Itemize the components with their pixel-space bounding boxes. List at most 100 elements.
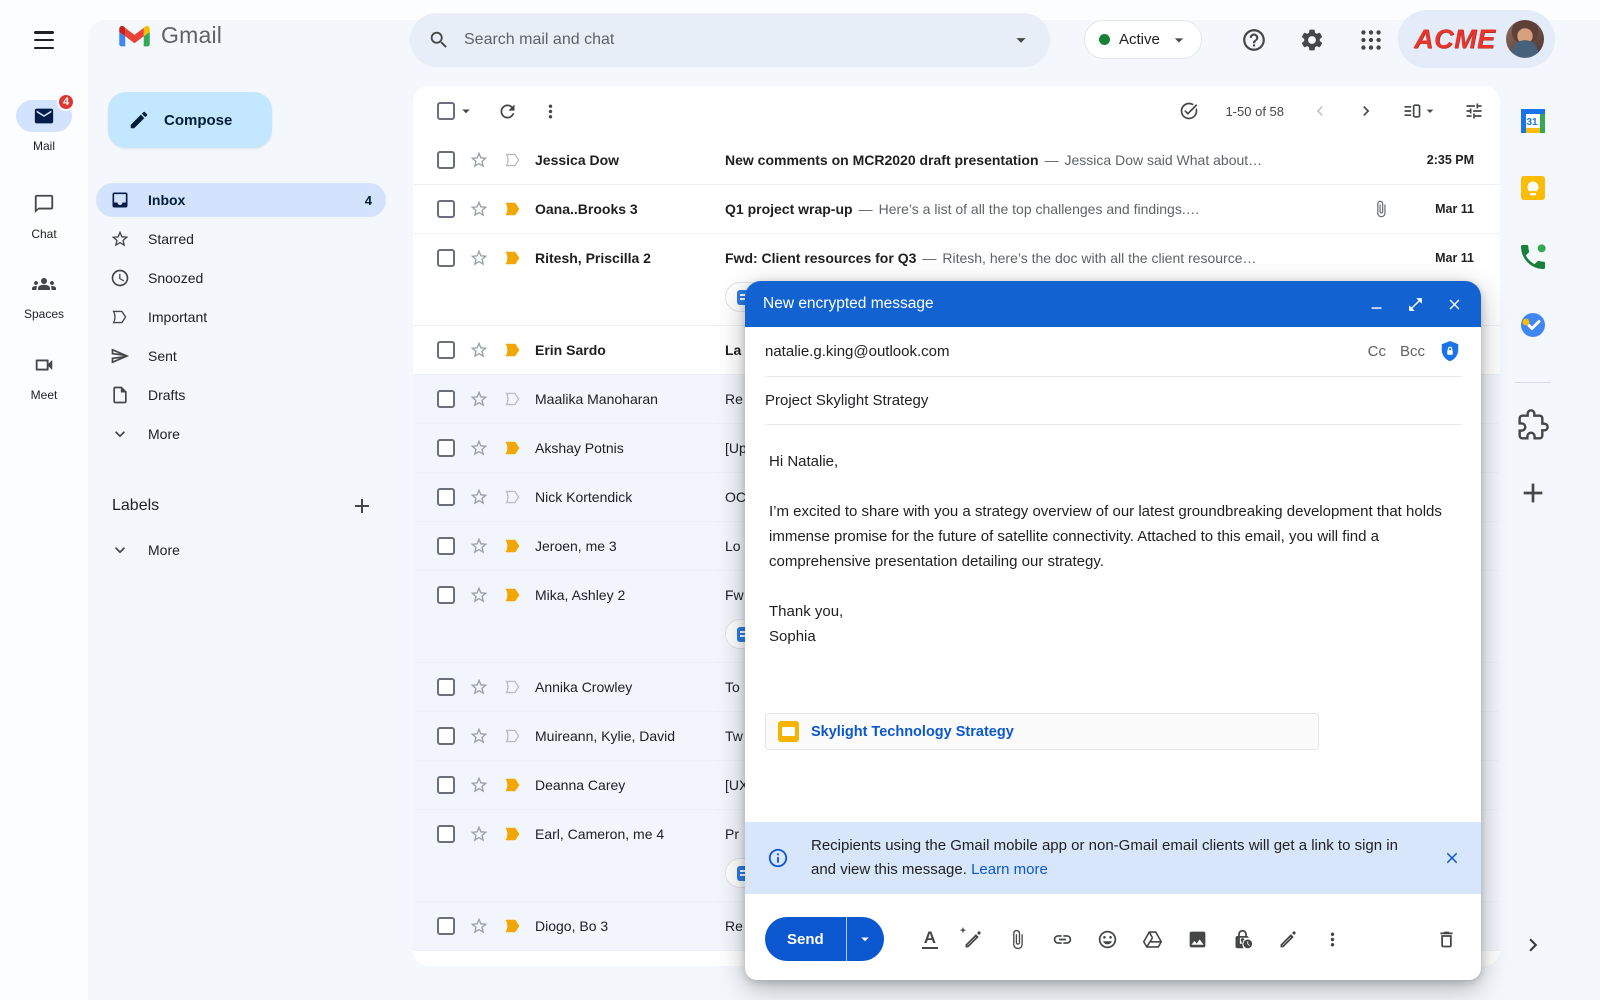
row-checkbox[interactable] [437,488,455,506]
row-checkbox[interactable] [437,537,455,555]
subject-text[interactable]: Project Skylight Strategy [765,392,928,409]
voice-icon[interactable] [1517,241,1549,273]
star-icon[interactable] [469,824,489,844]
star-icon[interactable] [469,775,489,795]
hide-side-panel-icon[interactable] [1520,932,1546,958]
importance-marker-icon[interactable] [503,199,523,219]
minimize-icon[interactable] [1368,296,1385,313]
more-options-icon[interactable] [540,101,561,122]
settings-gear-icon[interactable] [1299,27,1325,53]
recipient-address[interactable]: natalie.g.king@outlook.com [765,343,950,360]
insert-signature-icon[interactable] [1277,929,1298,950]
addons-puzzle-icon[interactable] [1517,409,1549,441]
star-icon[interactable] [469,340,489,360]
status-selector[interactable]: Active [1084,20,1202,59]
attached-file-chip[interactable]: Skylight Technology Strategy [765,713,1319,750]
row-checkbox[interactable] [437,341,455,359]
newer-page-icon[interactable] [1310,101,1330,121]
row-checkbox[interactable] [437,678,455,696]
get-addons-plus-icon[interactable] [1517,477,1549,509]
importance-marker-icon[interactable] [503,340,523,360]
importance-marker-icon[interactable] [503,248,523,268]
importance-marker-icon[interactable] [503,585,523,605]
rail-item-mail[interactable]: 4 Mail [0,100,88,153]
attachment-name[interactable]: Skylight Technology Strategy [811,724,1014,740]
importance-marker-icon[interactable] [503,389,523,409]
confidential-mode-icon[interactable] [1232,929,1253,950]
send-options-caret[interactable] [846,917,884,961]
keep-icon[interactable] [1517,172,1549,204]
row-checkbox[interactable] [437,151,455,169]
tasks-icon[interactable] [1517,309,1549,341]
bcc-link[interactable]: Bcc [1400,343,1425,360]
discard-draft-icon[interactable] [1436,929,1457,950]
importance-marker-icon[interactable] [503,916,523,936]
help-me-write-icon[interactable] [962,929,983,950]
search-input[interactable] [464,31,1010,49]
recipients-field[interactable]: natalie.g.king@outlook.com Cc Bcc [765,327,1461,377]
star-icon[interactable] [469,677,489,697]
row-checkbox[interactable] [437,917,455,935]
attach-file-icon[interactable] [1007,929,1028,950]
row-checkbox[interactable] [437,727,455,745]
check-circle-icon[interactable] [1179,101,1199,121]
refresh-icon[interactable] [497,101,518,122]
row-checkbox[interactable] [437,776,455,794]
sidebar-item-more[interactable]: More [96,417,386,451]
importance-marker-icon[interactable] [503,775,523,795]
subject-field[interactable]: Project Skylight Strategy [765,377,1461,425]
main-menu-icon[interactable] [30,29,58,51]
importance-marker-icon[interactable] [503,824,523,844]
learn-more-link[interactable]: Learn more [971,861,1048,878]
pop-out-icon[interactable] [1407,296,1424,313]
row-checkbox[interactable] [437,586,455,604]
row-checkbox[interactable] [437,249,455,267]
row-checkbox[interactable] [437,825,455,843]
importance-marker-icon[interactable] [503,487,523,507]
rail-item-chat[interactable]: Chat [0,188,88,241]
insert-emoji-icon[interactable] [1097,929,1118,950]
star-icon[interactable] [469,389,489,409]
google-apps-grid-icon[interactable] [1358,27,1384,53]
labels-more[interactable]: More [110,540,180,560]
add-label-icon[interactable] [350,494,374,518]
cc-link[interactable]: Cc [1368,343,1386,360]
calendar-icon[interactable]: 31 [1517,105,1549,137]
insert-link-icon[interactable] [1052,929,1073,950]
star-icon[interactable] [469,150,489,170]
account-area[interactable]: ACME [1398,10,1555,68]
email-row[interactable]: Jessica Dow New comments on MCR2020 draf… [413,136,1500,185]
star-icon[interactable] [469,487,489,507]
older-page-icon[interactable] [1356,101,1376,121]
tune-filter-icon[interactable] [1464,101,1484,121]
sidebar-item-important[interactable]: Important [96,300,386,334]
insert-from-drive-icon[interactable] [1142,929,1163,950]
sidebar-item-sent[interactable]: Sent [96,339,386,373]
importance-marker-icon[interactable] [503,677,523,697]
message-body[interactable]: Hi Natalie, I’m excited to share with yo… [745,425,1481,673]
select-caret-icon[interactable] [457,102,475,120]
more-send-options-icon[interactable] [1322,929,1343,950]
star-icon[interactable] [469,726,489,746]
select-all-checkbox[interactable] [437,102,455,120]
send-button[interactable]: Send [765,917,846,961]
rail-item-spaces[interactable]: Spaces [0,268,88,321]
avatar[interactable] [1506,20,1544,58]
compose-button[interactable]: Compose [108,92,272,148]
sidebar-item-snoozed[interactable]: Snoozed [96,261,386,295]
sidebar-item-starred[interactable]: Starred [96,222,386,256]
split-pane-toggle[interactable] [1402,101,1438,121]
rail-item-meet[interactable]: Meet [0,349,88,402]
encryption-shield-icon[interactable] [1439,340,1461,364]
row-checkbox[interactable] [437,200,455,218]
importance-marker-icon[interactable] [503,438,523,458]
insert-image-icon[interactable] [1187,929,1208,950]
star-icon[interactable] [469,536,489,556]
importance-marker-icon[interactable] [503,536,523,556]
search-icon[interactable] [428,29,450,51]
row-checkbox[interactable] [437,390,455,408]
search-bar[interactable] [410,13,1050,67]
importance-marker-icon[interactable] [503,726,523,746]
star-icon[interactable] [469,248,489,268]
search-options-caret-icon[interactable] [1010,29,1032,51]
